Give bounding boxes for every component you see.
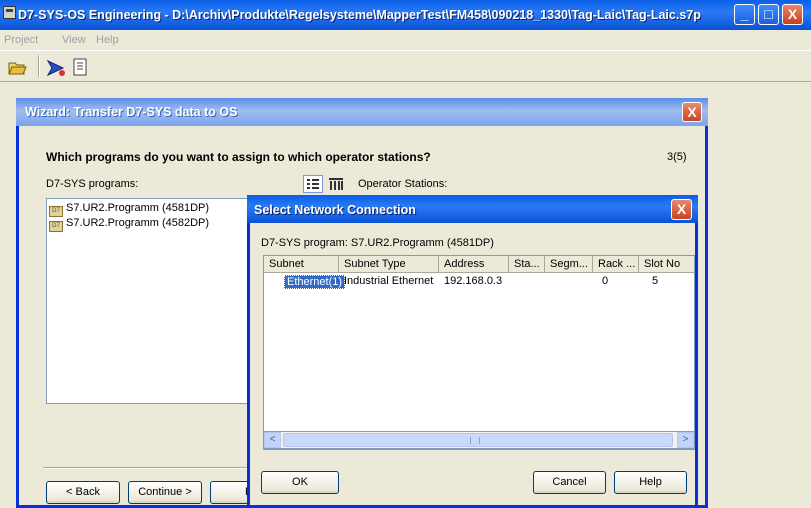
network-connection-dialog: Select Network Connection X D7-SYS progr… (247, 195, 698, 508)
network-table[interactable]: Subnet Subnet Type Address Sta... Segm..… (263, 255, 695, 450)
dialog-titlebar[interactable]: Select Network Connection X (247, 195, 698, 223)
table-cell-address[interactable]: 192.168.0.3 (444, 275, 502, 289)
horizontal-scrollbar[interactable]: < > (263, 431, 695, 449)
list-item[interactable]: D7 S7.UR2.Programm (4582DP) (49, 217, 210, 232)
toolbar-separator (38, 55, 40, 77)
column-header-rack[interactable]: Rack ... (593, 256, 639, 273)
properties-icon[interactable] (68, 55, 90, 77)
wizard-step-indicator: 3(5) (667, 151, 687, 163)
help-button[interactable]: Help (614, 471, 687, 494)
column-header-segment[interactable]: Segm... (545, 256, 593, 273)
column-header-subnet-type[interactable]: Subnet Type (339, 256, 439, 273)
close-button[interactable]: X (782, 4, 803, 25)
programs-label: D7-SYS programs: (46, 178, 139, 190)
scroll-left-icon[interactable]: < (264, 432, 281, 448)
app-icon (3, 6, 16, 19)
table-cell-rack[interactable]: 0 (602, 275, 608, 289)
program-icon: D7 (49, 206, 63, 217)
program-name: S7.UR2.Programm (4582DP) (66, 217, 210, 229)
wizard-close-button[interactable]: X (682, 102, 702, 122)
menu-project[interactable]: Project (4, 34, 38, 46)
app-title: D7-SYS-OS Engineering - D:\Archiv\Produk… (18, 8, 701, 22)
menu-bar: Project View Help (0, 30, 811, 50)
back-button[interactable]: < Back (46, 481, 120, 504)
dialog-program-line: D7-SYS program: S7.UR2.Programm (4581DP) (261, 237, 494, 249)
app-titlebar[interactable]: D7-SYS-OS Engineering - D:\Archiv\Produk… (0, 0, 811, 30)
operator-stations-label: Operator Stations: (358, 178, 448, 190)
column-header-address[interactable]: Address (439, 256, 509, 273)
transfer-arrow-icon[interactable] (44, 55, 66, 77)
toolbar (0, 50, 811, 82)
table-cell-slot[interactable]: 5 (652, 275, 658, 289)
scroll-right-icon[interactable]: > (677, 432, 694, 448)
open-folder-icon[interactable] (5, 55, 27, 77)
details-view-icon[interactable] (303, 175, 323, 193)
dialog-title: Select Network Connection (254, 203, 416, 217)
menu-help[interactable]: Help (96, 34, 119, 46)
column-header-subnet[interactable]: Subnet (264, 256, 339, 273)
column-header-slot[interactable]: Slot No (639, 256, 694, 273)
maximize-button[interactable]: □ (758, 4, 779, 25)
list-view-icon[interactable] (326, 175, 346, 193)
minimize-button[interactable]: _ (734, 4, 755, 25)
program-icon: D7 (49, 221, 63, 232)
program-name: S7.UR2.Programm (4581DP) (66, 202, 210, 214)
programs-list[interactable]: D7 S7.UR2.Programm (4581DP) D7 S7.UR2.Prog… (46, 198, 266, 404)
wizard-title: Wizard: Transfer D7-SYS data to OS (25, 105, 238, 119)
table-cell-subnet[interactable]: Ethernet(1) (284, 275, 346, 289)
table-cell-subnet-type[interactable]: Industrial Ethernet (344, 275, 433, 289)
scroll-grip-icon (470, 437, 480, 444)
column-header-station[interactable]: Sta... (509, 256, 545, 273)
cancel-button[interactable]: Cancel (533, 471, 606, 494)
ok-button[interactable]: OK (261, 471, 339, 494)
continue-button[interactable]: Continue > (128, 481, 202, 504)
menu-view[interactable]: View (62, 34, 86, 46)
dialog-close-button[interactable]: X (671, 199, 692, 220)
scroll-thumb[interactable] (283, 433, 673, 447)
wizard-question: Which programs do you want to assign to … (46, 150, 431, 164)
wizard-titlebar[interactable]: Wizard: Transfer D7-SYS data to OS X (16, 98, 708, 126)
list-item[interactable]: D7 S7.UR2.Programm (4581DP) (49, 202, 210, 217)
